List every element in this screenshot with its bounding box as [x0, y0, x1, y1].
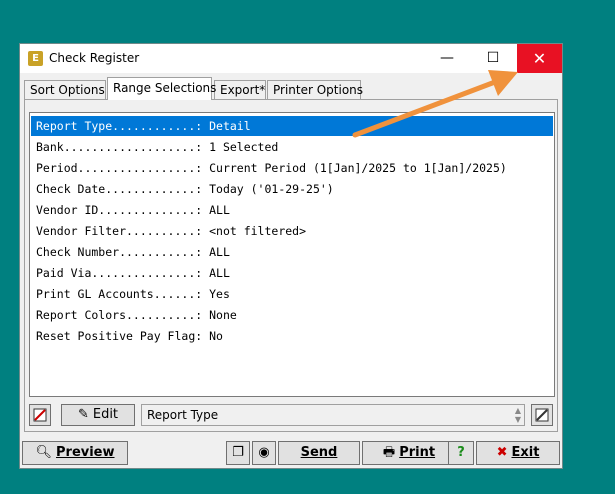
clear-selection-button[interactable]: [29, 404, 51, 426]
exit-button[interactable]: ✖ Exit: [476, 441, 560, 465]
minimize-button[interactable]: —: [424, 44, 470, 73]
magnifier-icon: 🔍︎: [35, 445, 52, 460]
copy-icon: ❐: [232, 445, 244, 460]
tab-printer-options[interactable]: Printer Options: [267, 80, 363, 99]
list-item[interactable]: Paid Via...............: ALL: [31, 263, 553, 283]
action-bar: 🔍︎ Preview ❐ ◉ Send 🖶︎ Print ? ✖ Exit: [20, 438, 562, 468]
print-button[interactable]: 🖶︎ Print: [362, 441, 456, 465]
email-button[interactable]: ◉: [252, 441, 276, 465]
list-item[interactable]: Report Colors..........: None: [31, 305, 553, 325]
send-button[interactable]: Send: [278, 441, 360, 465]
pencil-icon: ✎: [77, 407, 89, 422]
list-item[interactable]: Report Type............: Detail: [31, 116, 553, 136]
window-title: Check Register: [49, 51, 140, 65]
preview-button[interactable]: 🔍︎ Preview: [22, 441, 128, 465]
tab-range-selections[interactable]: Range Selections: [107, 77, 216, 100]
range-selections-panel: Report Type............: Detail Bank....…: [24, 99, 558, 432]
maximize-button[interactable]: ☐: [470, 44, 516, 73]
spinner-arrows-icon[interactable]: ▲ ▼: [515, 406, 521, 424]
list-item[interactable]: Check Date.............: Today ('01-29-2…: [31, 179, 553, 199]
copy-button[interactable]: ❐: [226, 441, 250, 465]
current-item-field[interactable]: Report Type ▲ ▼: [141, 404, 525, 426]
close-button[interactable]: ✕: [517, 44, 562, 73]
list-item[interactable]: Reset Positive Pay Flag: No: [31, 326, 553, 346]
list-item[interactable]: Print GL Accounts......: Yes: [31, 284, 553, 304]
list-item[interactable]: Period.................: Current Period …: [31, 158, 553, 178]
globe-icon: ◉: [258, 445, 270, 460]
tab-export[interactable]: Export*: [214, 80, 266, 99]
list-item[interactable]: Bank...................: 1 Selected: [31, 137, 553, 157]
edit-button[interactable]: ✎ Edit: [61, 404, 135, 426]
tab-sort-options[interactable]: Sort Options: [24, 80, 106, 99]
select-all-button[interactable]: [531, 404, 553, 426]
list-item[interactable]: Check Number...........: ALL: [31, 242, 553, 262]
edit-bar: ✎ Edit Report Type ▲ ▼: [29, 404, 555, 428]
select-icon: [535, 408, 549, 422]
help-button[interactable]: ?: [448, 441, 474, 465]
options-list[interactable]: Report Type............: Detail Bank....…: [29, 112, 555, 397]
list-item[interactable]: Vendor ID..............: ALL: [31, 200, 553, 220]
check-register-window: E Check Register — ☐ ✕ Sort Options Rang…: [19, 43, 563, 469]
clear-icon: [33, 408, 47, 422]
list-item[interactable]: Vendor Filter..........: <not filtered>: [31, 221, 553, 241]
x-icon: ✖: [496, 445, 508, 460]
app-icon: E: [28, 51, 43, 66]
printer-icon: 🖶︎: [382, 445, 396, 460]
title-bar: E Check Register — ☐ ✕: [20, 44, 562, 73]
